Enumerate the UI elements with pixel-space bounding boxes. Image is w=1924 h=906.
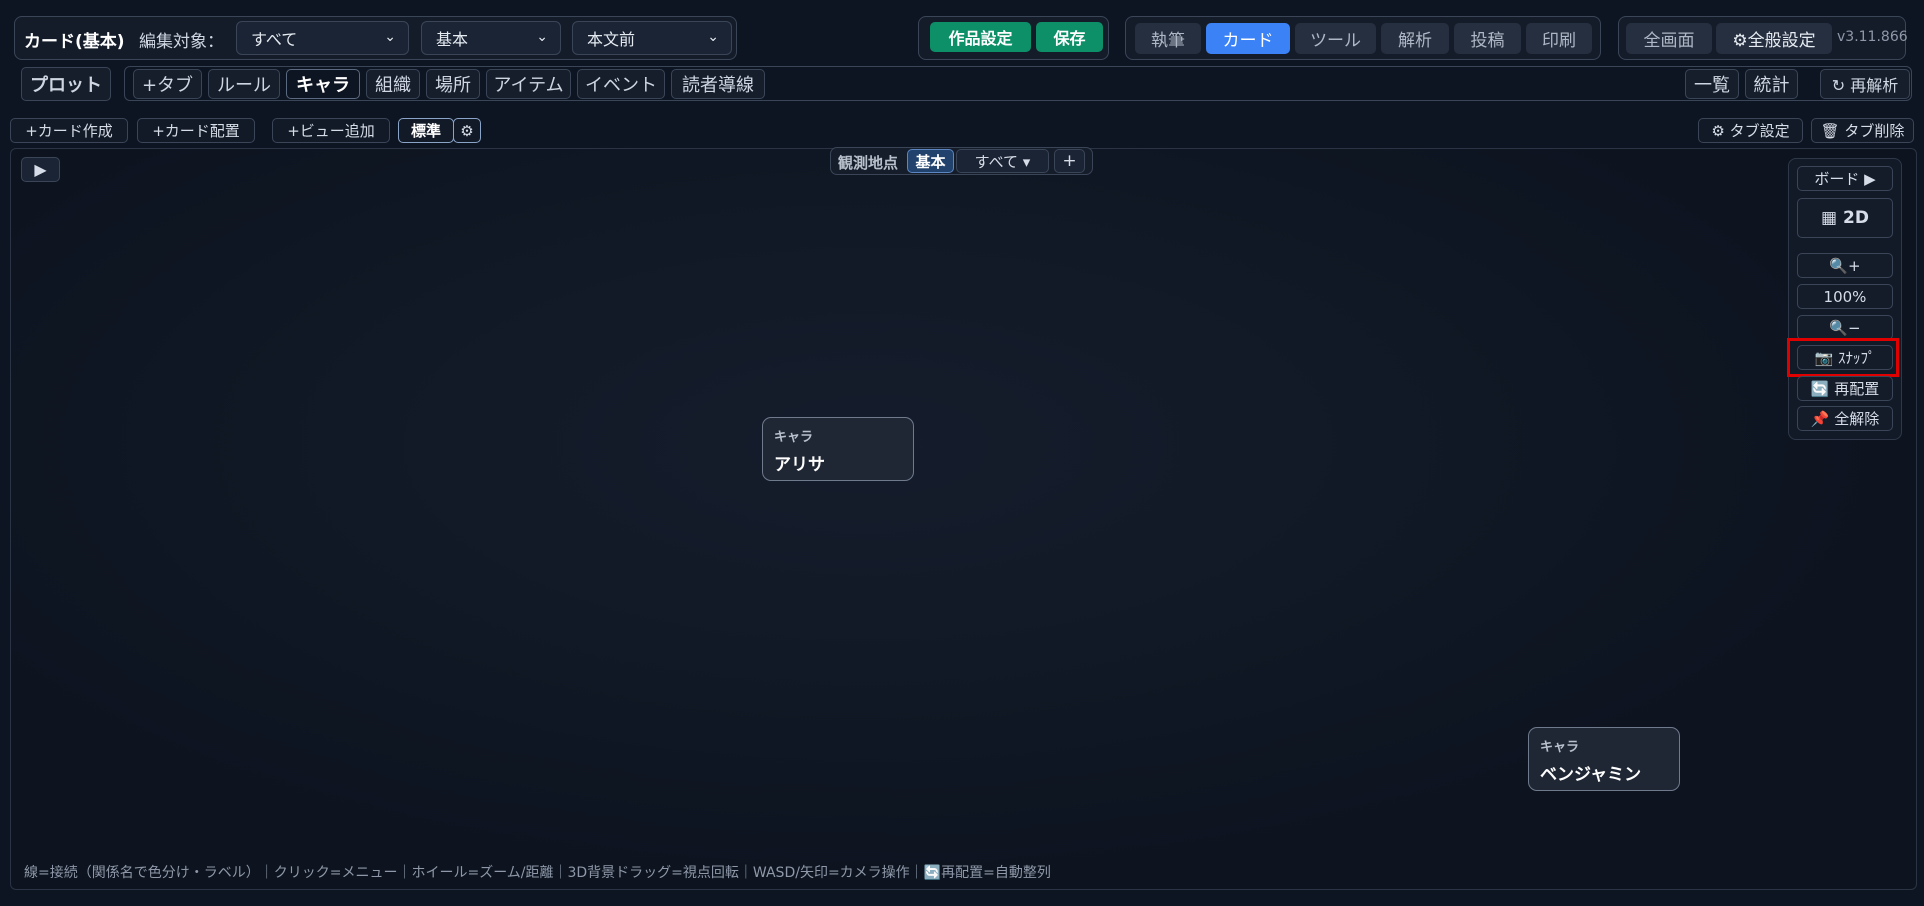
plot-tab[interactable]: プロット (21, 67, 111, 101)
chevron-down-icon: ⌄ (536, 29, 548, 45)
chevron-down-icon: ⌄ (707, 29, 719, 45)
fullscreen-button[interactable]: 全画面 (1626, 23, 1712, 54)
save-button[interactable]: 保存 (1036, 22, 1103, 52)
tab-characters[interactable]: キャラ (286, 69, 360, 99)
card-name: アリサ (774, 455, 825, 475)
rearrange-button[interactable]: 🔄 再配置 (1797, 376, 1893, 401)
tab-organizations[interactable]: 組織 (366, 69, 420, 99)
standard-view-button[interactable]: 標準 (398, 118, 454, 143)
card-name: ベンジャミン (1540, 765, 1642, 785)
zoom-level-display: 100% (1797, 284, 1893, 309)
character-card-arisa[interactable]: キャラ アリサ (762, 417, 914, 481)
tab-places[interactable]: 場所 (426, 69, 480, 99)
clear-all-button[interactable]: 📌 全解除 (1797, 406, 1893, 431)
mode-write-tab[interactable]: 執筆 (1135, 23, 1201, 54)
version-label: v3.11.866 (1837, 29, 1908, 45)
delete-tab-button[interactable]: 🗑 タブ削除 (1811, 118, 1914, 143)
zoom-out-button[interactable]: 🔍− (1797, 315, 1893, 340)
position-value: 本文前 (587, 30, 636, 49)
tab-events[interactable]: イベント (577, 69, 665, 99)
viewpoint-label: 観測地点 (838, 154, 899, 172)
add-tab-button[interactable]: +タブ (133, 69, 202, 99)
viewpoint-add-button[interactable]: + (1054, 149, 1085, 173)
place-card-button[interactable]: +カード配置 (137, 118, 255, 143)
viewpoint-all-select[interactable]: すべて ▾ (956, 149, 1049, 173)
page-title: カード(基本) (24, 32, 125, 52)
work-settings-button[interactable]: 作品設定 (930, 22, 1031, 52)
card-type-label: キャラ (1540, 740, 1580, 755)
character-card-benjamin[interactable]: キャラ ベンジャミン (1528, 727, 1680, 791)
add-view-button[interactable]: +ビュー追加 (272, 118, 390, 143)
chevron-down-icon: ⌄ (384, 29, 396, 45)
board-button[interactable]: ボード ▶ (1797, 166, 1893, 191)
card-type-label: キャラ (774, 430, 814, 445)
viewpoint-basic-button[interactable]: 基本 (907, 149, 954, 173)
position-select[interactable]: 本文前 ⌄ (572, 21, 732, 55)
create-card-button[interactable]: +カード作成 (10, 118, 128, 143)
edit-target-label: 編集対象： (139, 32, 224, 52)
stats-button[interactable]: 統計 (1745, 69, 1798, 99)
zoom-in-button[interactable]: 🔍+ (1797, 253, 1893, 278)
list-button[interactable]: 一覧 (1685, 69, 1739, 99)
general-settings-button[interactable]: ⚙全般設定 (1716, 23, 1832, 54)
tab-rules[interactable]: ルール (208, 69, 280, 99)
help-text: 線=接続（関係名で色分け・ラベル）｜クリック=メニュー｜ホイール=ズーム/距離｜… (24, 865, 1051, 881)
mode-print-tab[interactable]: 印刷 (1526, 23, 1592, 54)
reanalyze-button[interactable]: ↻ 再解析 (1820, 69, 1910, 99)
tab-settings-button[interactable]: ⚙ タブ設定 (1698, 118, 1803, 143)
gear-icon[interactable]: ⚙ (453, 118, 481, 143)
snap-button[interactable]: 📷 ｽﾅｯﾌﾟ (1797, 345, 1893, 370)
tab-reader-path[interactable]: 読者導線 (671, 69, 765, 99)
mode-post-tab[interactable]: 投稿 (1454, 23, 1521, 54)
category-value: 基本 (436, 30, 469, 49)
mode-analysis-tab[interactable]: 解析 (1381, 23, 1449, 54)
play-button[interactable]: ▶ (21, 157, 60, 182)
tab-items[interactable]: アイテム (486, 69, 571, 99)
category-select[interactable]: 基本 ⌄ (421, 21, 561, 55)
edit-target-select[interactable]: すべて ⌄ (236, 21, 409, 55)
edit-target-value: すべて (251, 30, 298, 49)
mode-tool-tab[interactable]: ツール (1295, 23, 1376, 54)
mode-card-tab[interactable]: カード (1206, 23, 1290, 54)
mode-2d-button[interactable]: ▦ 2D (1797, 198, 1893, 238)
